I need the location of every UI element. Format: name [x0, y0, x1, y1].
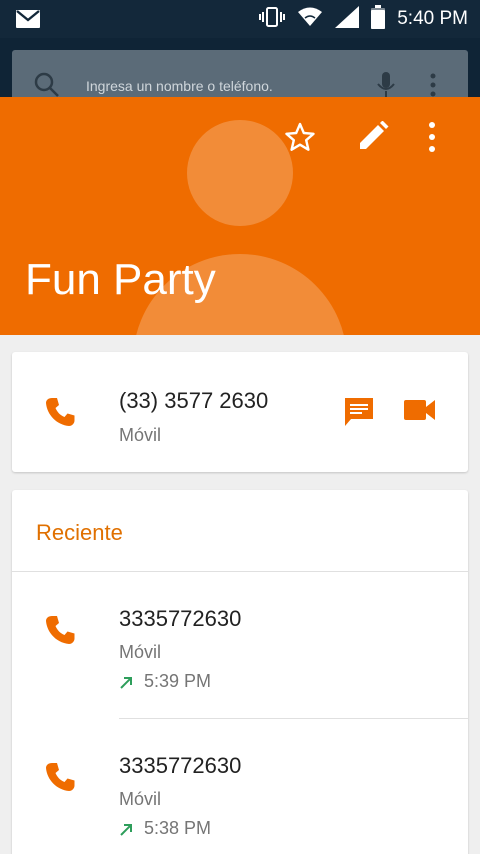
- call-number: 3335772630: [119, 606, 242, 631]
- signal-icon: [335, 5, 360, 33]
- call-time: 5:39 PM: [144, 671, 212, 691]
- call-type: Móvil: [119, 642, 162, 662]
- mail-notification-icon: [16, 10, 40, 33]
- outgoing-call-arrow-icon: [119, 676, 133, 695]
- more-options-icon[interactable]: [428, 121, 436, 158]
- status-time: 5:40 PM: [397, 8, 468, 29]
- phone-icon[interactable]: [44, 761, 76, 798]
- phone-number-card[interactable]: (33) 3577 2630 Móvil: [12, 352, 468, 472]
- call-type: Móvil: [119, 789, 162, 809]
- call-time: 5:38 PM: [144, 818, 212, 838]
- edit-pencil-icon[interactable]: [356, 120, 390, 158]
- wifi-icon: [297, 7, 323, 32]
- battery-icon: [371, 4, 386, 34]
- phone-type: Móvil: [119, 425, 162, 445]
- favorite-star-icon[interactable]: [284, 121, 316, 158]
- video-call-icon[interactable]: [404, 396, 436, 429]
- call-number: 3335772630: [119, 753, 242, 778]
- contact-name: Fun Party: [25, 255, 216, 304]
- phone-icon[interactable]: [44, 396, 76, 433]
- recent-calls-card: Reciente 3335772630 Móvil 5:39 PM 333577…: [12, 490, 468, 854]
- status-bar: 5:40 PM: [0, 0, 480, 38]
- avatar-placeholder-head: [187, 120, 293, 226]
- outgoing-call-arrow-icon: [119, 823, 133, 842]
- message-icon[interactable]: [343, 396, 375, 433]
- recent-call-entry[interactable]: 3335772630 Móvil 5:39 PM: [12, 572, 468, 718]
- recent-title: Reciente: [36, 520, 123, 545]
- recent-call-entry[interactable]: 3335772630 Móvil 5:38 PM: [12, 719, 468, 854]
- vibrate-icon: [259, 6, 286, 32]
- phone-number[interactable]: (33) 3577 2630: [119, 388, 268, 414]
- phone-icon[interactable]: [44, 614, 76, 651]
- contact-header: Fun Party: [0, 97, 480, 335]
- search-placeholder[interactable]: Ingresa un nombre o teléfono.: [86, 78, 273, 94]
